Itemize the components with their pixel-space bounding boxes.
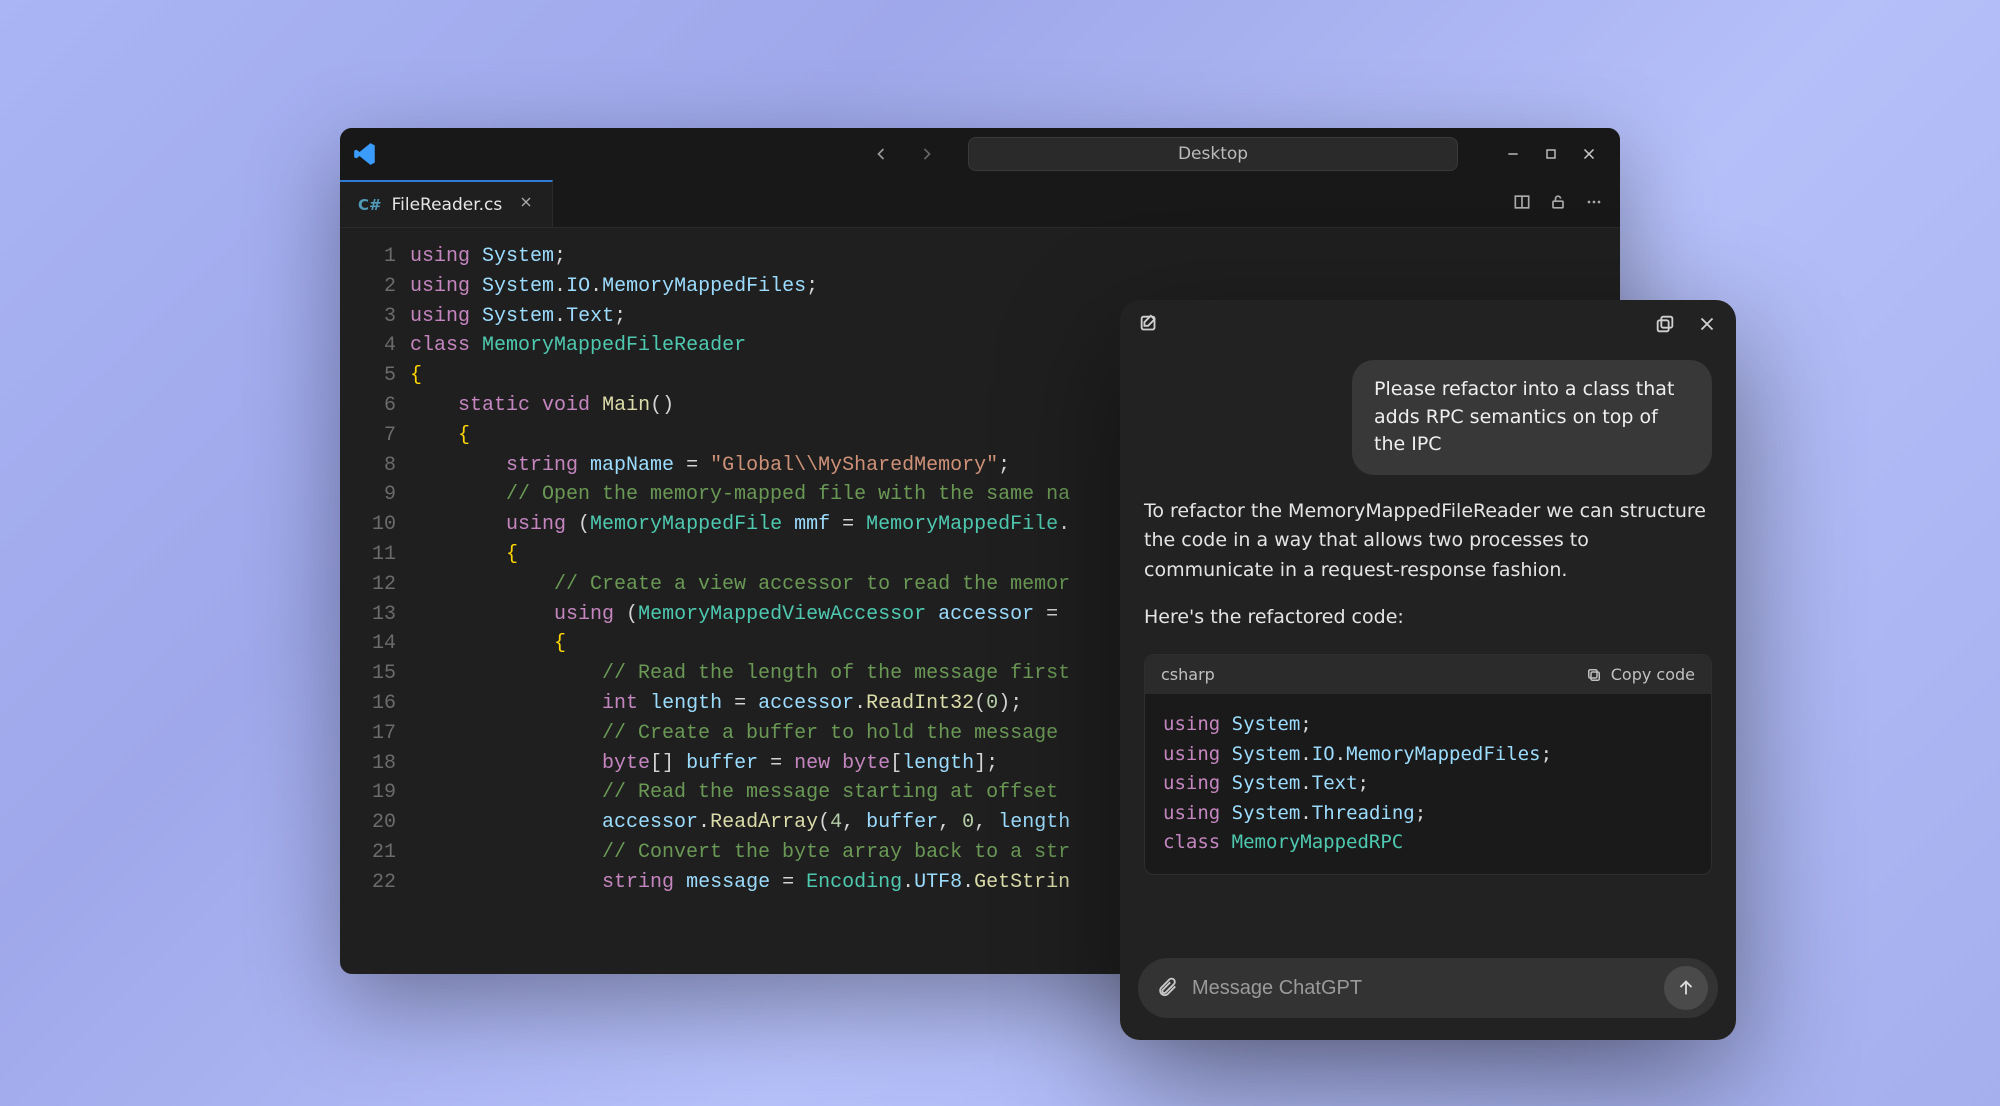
split-editor-icon[interactable]: [1512, 192, 1532, 216]
line-number-gutter: 12345678910111213141516171819202122: [340, 228, 410, 974]
attach-icon[interactable]: [1156, 975, 1178, 1001]
tab-close-icon[interactable]: [518, 194, 534, 215]
nav-back-button[interactable]: [862, 135, 900, 173]
copy-code-label: Copy code: [1611, 665, 1695, 684]
code-card: csharp Copy code using System;using Syst…: [1144, 654, 1712, 874]
vscode-logo-icon: [352, 141, 378, 167]
lock-icon[interactable]: [1548, 192, 1568, 216]
search-label: Desktop: [1178, 144, 1248, 164]
assistant-para: Here's the refactored code:: [1144, 603, 1712, 632]
pop-out-icon[interactable]: [1654, 313, 1676, 339]
chat-input[interactable]: [1192, 977, 1650, 1000]
code-language-label: csharp: [1161, 665, 1215, 684]
code-card-body: using System;using System.IO.MemoryMappe…: [1145, 694, 1711, 873]
tab-filereader[interactable]: C# FileReader.cs: [340, 180, 553, 227]
chat-body: Please refactor into a class that adds R…: [1120, 352, 1736, 944]
code-card-header: csharp Copy code: [1145, 655, 1711, 694]
editor-actions: [1496, 180, 1620, 227]
chat-header: [1120, 300, 1736, 352]
window-close-button[interactable]: [1570, 135, 1608, 173]
chatgpt-panel: Please refactor into a class that adds R…: [1120, 300, 1736, 1040]
window-minimize-button[interactable]: [1494, 135, 1532, 173]
tab-filename: FileReader.cs: [392, 195, 503, 215]
command-center-search[interactable]: Desktop: [968, 137, 1458, 171]
send-button[interactable]: [1664, 966, 1708, 1010]
csharp-file-icon: C#: [358, 196, 382, 214]
assistant-message: To refactor the MemoryMappedFileReader w…: [1144, 497, 1712, 633]
assistant-para: To refactor the MemoryMappedFileReader w…: [1144, 497, 1712, 585]
new-note-icon[interactable]: [1138, 313, 1160, 339]
window-titlebar: Desktop: [340, 128, 1620, 180]
window-maximize-button[interactable]: [1532, 135, 1570, 173]
code-content: using System;using System.IO.MemoryMappe…: [410, 228, 1070, 974]
nav-forward-button[interactable]: [908, 135, 946, 173]
user-message-text: Please refactor into a class that adds R…: [1374, 378, 1674, 455]
copy-code-button[interactable]: Copy code: [1585, 665, 1695, 684]
editor-tabbar: C# FileReader.cs: [340, 180, 1620, 228]
user-message-bubble: Please refactor into a class that adds R…: [1352, 360, 1712, 475]
more-actions-icon[interactable]: [1584, 192, 1604, 216]
chat-input-bar: [1138, 958, 1718, 1018]
chat-close-icon[interactable]: [1696, 313, 1718, 339]
